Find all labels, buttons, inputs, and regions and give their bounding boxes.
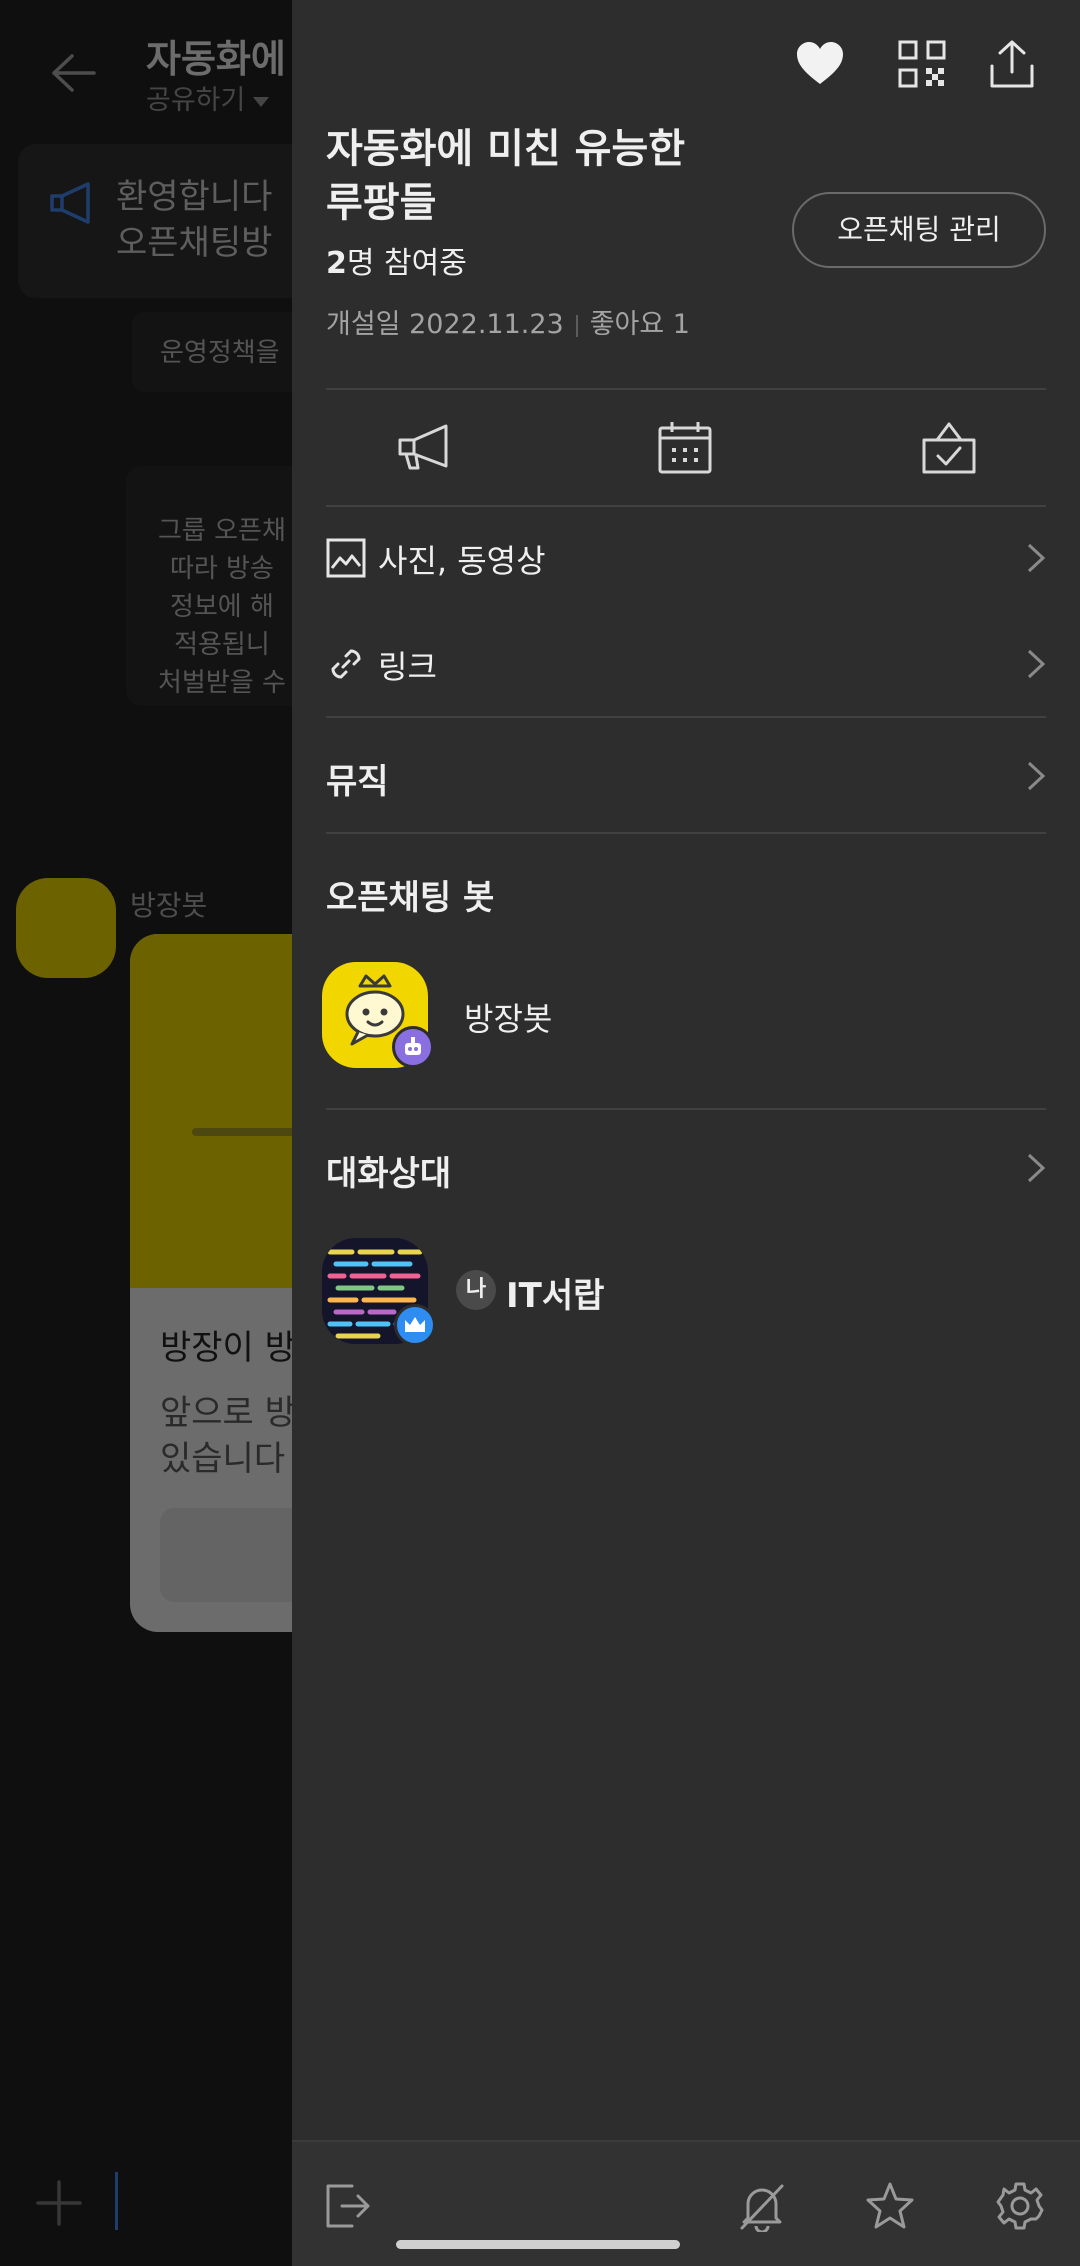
calendar-icon[interactable] — [656, 418, 714, 476]
gear-icon[interactable] — [994, 2180, 1046, 2232]
me-badge: 나 — [456, 1270, 496, 1310]
manage-openchat-button[interactable]: 오픈채팅 관리 — [792, 192, 1046, 268]
menu-music[interactable]: 뮤직 — [326, 736, 1046, 816]
chevron-right-icon — [1027, 543, 1046, 573]
link-icon — [331, 649, 361, 679]
star-icon[interactable] — [864, 2180, 916, 2232]
chevron-right-icon — [1027, 761, 1046, 791]
menu-members[interactable]: 대화상대 — [326, 1128, 1046, 1208]
divider — [326, 832, 1046, 834]
divider — [326, 388, 1046, 390]
qr-code-icon[interactable] — [896, 38, 948, 90]
chevron-right-icon — [1027, 649, 1046, 679]
menu-links[interactable]: 링크 — [326, 624, 1046, 704]
chevron-right-icon — [1027, 1153, 1046, 1183]
music-label: 뮤직 — [326, 762, 389, 802]
bot-badge-icon — [392, 1026, 434, 1068]
divider — [326, 1108, 1046, 1110]
megaphone-icon[interactable] — [394, 418, 452, 476]
menu-photos[interactable]: 사진, 동영상 — [326, 518, 1046, 598]
bot-avatar[interactable] — [322, 962, 434, 1068]
created-date: 개설일 2022.11.23 — [326, 309, 564, 340]
member-name: IT서랍 — [506, 1276, 605, 1316]
divider — [326, 505, 1046, 507]
exit-icon[interactable] — [322, 2180, 374, 2232]
room-title: 자동화에 미친 유능한 루팡들 — [326, 126, 686, 226]
heart-icon[interactable] — [794, 38, 846, 90]
likes-count: 좋아요 1 — [589, 309, 690, 340]
home-indicator[interactable] — [396, 2240, 680, 2249]
chat-info-drawer: 자동화에 미친 유능한 루팡들 2명 참여중 오픈채팅 관리 개설일 2022.… — [292, 0, 1080, 2266]
participant-count: 2명 참여중 — [326, 238, 467, 282]
participant-number: 2 — [326, 246, 347, 281]
members-section-title: 대화상대 — [326, 1154, 452, 1194]
bell-off-icon[interactable] — [736, 2180, 788, 2232]
host-crown-icon — [394, 1304, 436, 1346]
photos-label: 사진, 동영상 — [378, 542, 546, 580]
photo-icon — [326, 538, 366, 578]
vote-icon[interactable] — [920, 418, 978, 476]
participant-suffix: 명 참여중 — [346, 246, 467, 281]
meta-separator — [575, 314, 578, 337]
room-meta: 개설일 2022.11.23 좋아요 1 — [326, 302, 690, 341]
share-icon[interactable] — [986, 38, 1038, 90]
divider — [326, 716, 1046, 718]
links-label: 링크 — [378, 648, 437, 686]
bot-name: 방장봇 — [464, 1000, 553, 1038]
bot-section-title: 오픈채팅 봇 — [326, 878, 495, 918]
